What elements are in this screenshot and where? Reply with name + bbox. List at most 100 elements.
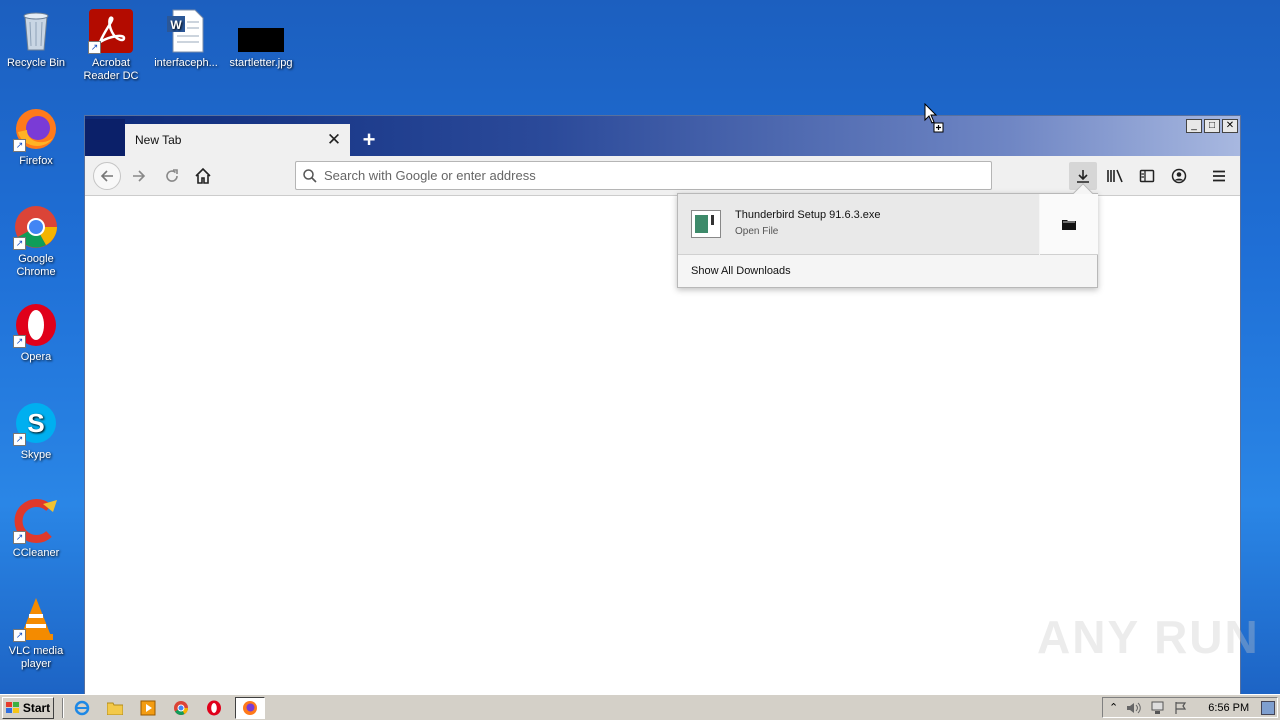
download-file-name: Thunderbird Setup 91.6.3.exe: [735, 209, 881, 221]
desktop-icon-label: startletter.jpg: [229, 57, 293, 69]
shortcut-arrow-icon: ↗: [88, 41, 101, 54]
new-tab-button[interactable]: +: [353, 124, 385, 156]
tab-close-icon[interactable]: ✕: [322, 128, 346, 152]
hamburger-menu-icon: [1213, 170, 1225, 182]
desktop-icon-label: VLC media player: [8, 645, 64, 670]
quicklaunch-ie[interactable]: [70, 697, 94, 719]
shortcut-arrow-icon: ↗: [13, 433, 26, 446]
quicklaunch-chrome[interactable]: [169, 697, 193, 719]
desktop-icon-acrobat[interactable]: ↗ Acrobat Reader DC: [75, 8, 147, 83]
tab-new-tab[interactable]: New Tab ✕: [125, 124, 350, 156]
download-arrow-icon: [1077, 170, 1089, 183]
shortcut-arrow-icon: ↗: [13, 629, 26, 642]
close-button[interactable]: ✕: [1222, 119, 1238, 133]
desktop-icon-firefox[interactable]: ↗ Firefox: [0, 106, 72, 168]
show-desktop-button[interactable]: [1261, 700, 1276, 715]
back-arrow-icon: [100, 170, 113, 182]
title-bar[interactable]: New Tab ✕ + _ □ ✕: [85, 116, 1240, 156]
start-label: Start: [22, 700, 51, 715]
downloads-panel: Thunderbird Setup 91.6.3.exe Open File S…: [677, 183, 1098, 288]
tab-strip-accent: [85, 119, 125, 156]
ccleaner-icon: ↗: [13, 498, 59, 544]
account-button[interactable]: [1165, 162, 1193, 190]
library-button[interactable]: [1101, 162, 1129, 190]
forward-arrow-icon: [133, 170, 146, 182]
desktop-icon-label: Firefox: [19, 155, 53, 167]
show-hidden-icons-icon[interactable]: ⌃: [1109, 701, 1118, 714]
media-player-icon: [140, 700, 156, 715]
window-controls: _ □ ✕: [1186, 119, 1238, 133]
taskbar-separator: [62, 697, 64, 718]
desktop-icon-label: Opera: [20, 351, 52, 363]
download-item[interactable]: Thunderbird Setup 91.6.3.exe Open File: [678, 194, 1039, 255]
shortcut-arrow-icon: ↗: [13, 237, 26, 250]
reload-button[interactable]: [158, 162, 186, 190]
back-button[interactable]: [93, 162, 121, 190]
mouse-cursor-icon: [924, 103, 944, 133]
address-input[interactable]: [324, 168, 991, 183]
desktop-icon-ccleaner[interactable]: ↗ CCleaner: [0, 498, 72, 560]
download-status: Open File: [735, 226, 779, 237]
desktop-icon-word-doc[interactable]: W interfaceph...: [150, 8, 222, 70]
chrome-icon: [174, 700, 188, 715]
start-button[interactable]: Start: [2, 696, 54, 719]
clock[interactable]: 6:56 PM: [1208, 702, 1249, 714]
desktop-icon-label: Acrobat Reader DC: [83, 57, 139, 82]
desktop-icon-label: Recycle Bin: [6, 57, 66, 69]
quicklaunch-media-player[interactable]: [136, 697, 160, 719]
search-icon: [303, 168, 317, 183]
acrobat-icon: ↗: [88, 8, 134, 54]
desktop-icon-label: interfaceph...: [154, 57, 218, 69]
desktop-icon-vlc[interactable]: ↗ VLC media player: [0, 596, 72, 671]
watermark: ANY RUN: [1037, 611, 1260, 663]
shortcut-arrow-icon: ↗: [13, 335, 26, 348]
firefox-icon: [243, 700, 257, 715]
shortcut-arrow-icon: ↗: [13, 139, 26, 152]
opera-icon: ↗: [13, 302, 59, 348]
desktop-icon-label: CCleaner: [12, 547, 60, 559]
nav-toolbar: [85, 156, 1240, 196]
tab-title: New Tab: [135, 133, 182, 147]
svg-text:W: W: [170, 18, 182, 32]
windows-logo-icon: [5, 701, 19, 713]
reload-icon: [166, 169, 178, 182]
desktop-icon-recycle-bin[interactable]: Recycle Bin: [0, 8, 72, 70]
sidebar-icon: [1139, 169, 1155, 183]
desktop-icon-skype[interactable]: S ↗ Skype: [0, 400, 72, 462]
firefox-icon: ↗: [13, 106, 59, 152]
home-button[interactable]: [189, 162, 217, 190]
desktop-icon-startletter[interactable]: startletter.jpg: [225, 8, 297, 70]
maximize-button[interactable]: □: [1204, 119, 1220, 133]
minimize-button[interactable]: _: [1186, 119, 1202, 133]
word-document-icon: W: [163, 8, 209, 54]
skype-icon: S ↗: [13, 400, 59, 446]
library-icon: [1107, 169, 1123, 183]
internet-explorer-icon: [74, 700, 90, 715]
open-containing-folder-button[interactable]: [1040, 194, 1098, 255]
vlc-icon: ↗: [13, 596, 59, 642]
home-icon: [195, 167, 211, 184]
desktop-icon-label: Google Chrome: [16, 253, 56, 278]
show-all-downloads-link[interactable]: Show All Downloads: [691, 265, 791, 277]
volume-icon[interactable]: [1126, 701, 1142, 715]
desktop-icon-label: Skype: [20, 449, 52, 461]
account-icon: [1171, 168, 1187, 184]
network-icon[interactable]: [1150, 701, 1166, 715]
shortcut-arrow-icon: ↗: [13, 531, 26, 544]
sidebar-button[interactable]: [1133, 162, 1161, 190]
chrome-icon: ↗: [13, 204, 59, 250]
system-tray: ⌃ 6:56 PM: [1102, 697, 1278, 718]
action-center-flag-icon[interactable]: [1174, 701, 1188, 715]
svg-text:S: S: [27, 408, 44, 438]
forward-button[interactable]: [125, 162, 153, 190]
file-explorer-icon: [107, 702, 123, 715]
opera-icon: [207, 700, 221, 715]
menu-button[interactable]: [1205, 162, 1233, 190]
taskbar-firefox-button[interactable]: [235, 696, 265, 719]
desktop-icon-chrome[interactable]: ↗ Google Chrome: [0, 204, 72, 279]
address-bar[interactable]: [295, 161, 992, 190]
image-file-icon: [238, 8, 284, 54]
quicklaunch-explorer[interactable]: [103, 697, 127, 719]
quicklaunch-opera[interactable]: [202, 697, 226, 719]
desktop-icon-opera[interactable]: ↗ Opera: [0, 302, 72, 364]
